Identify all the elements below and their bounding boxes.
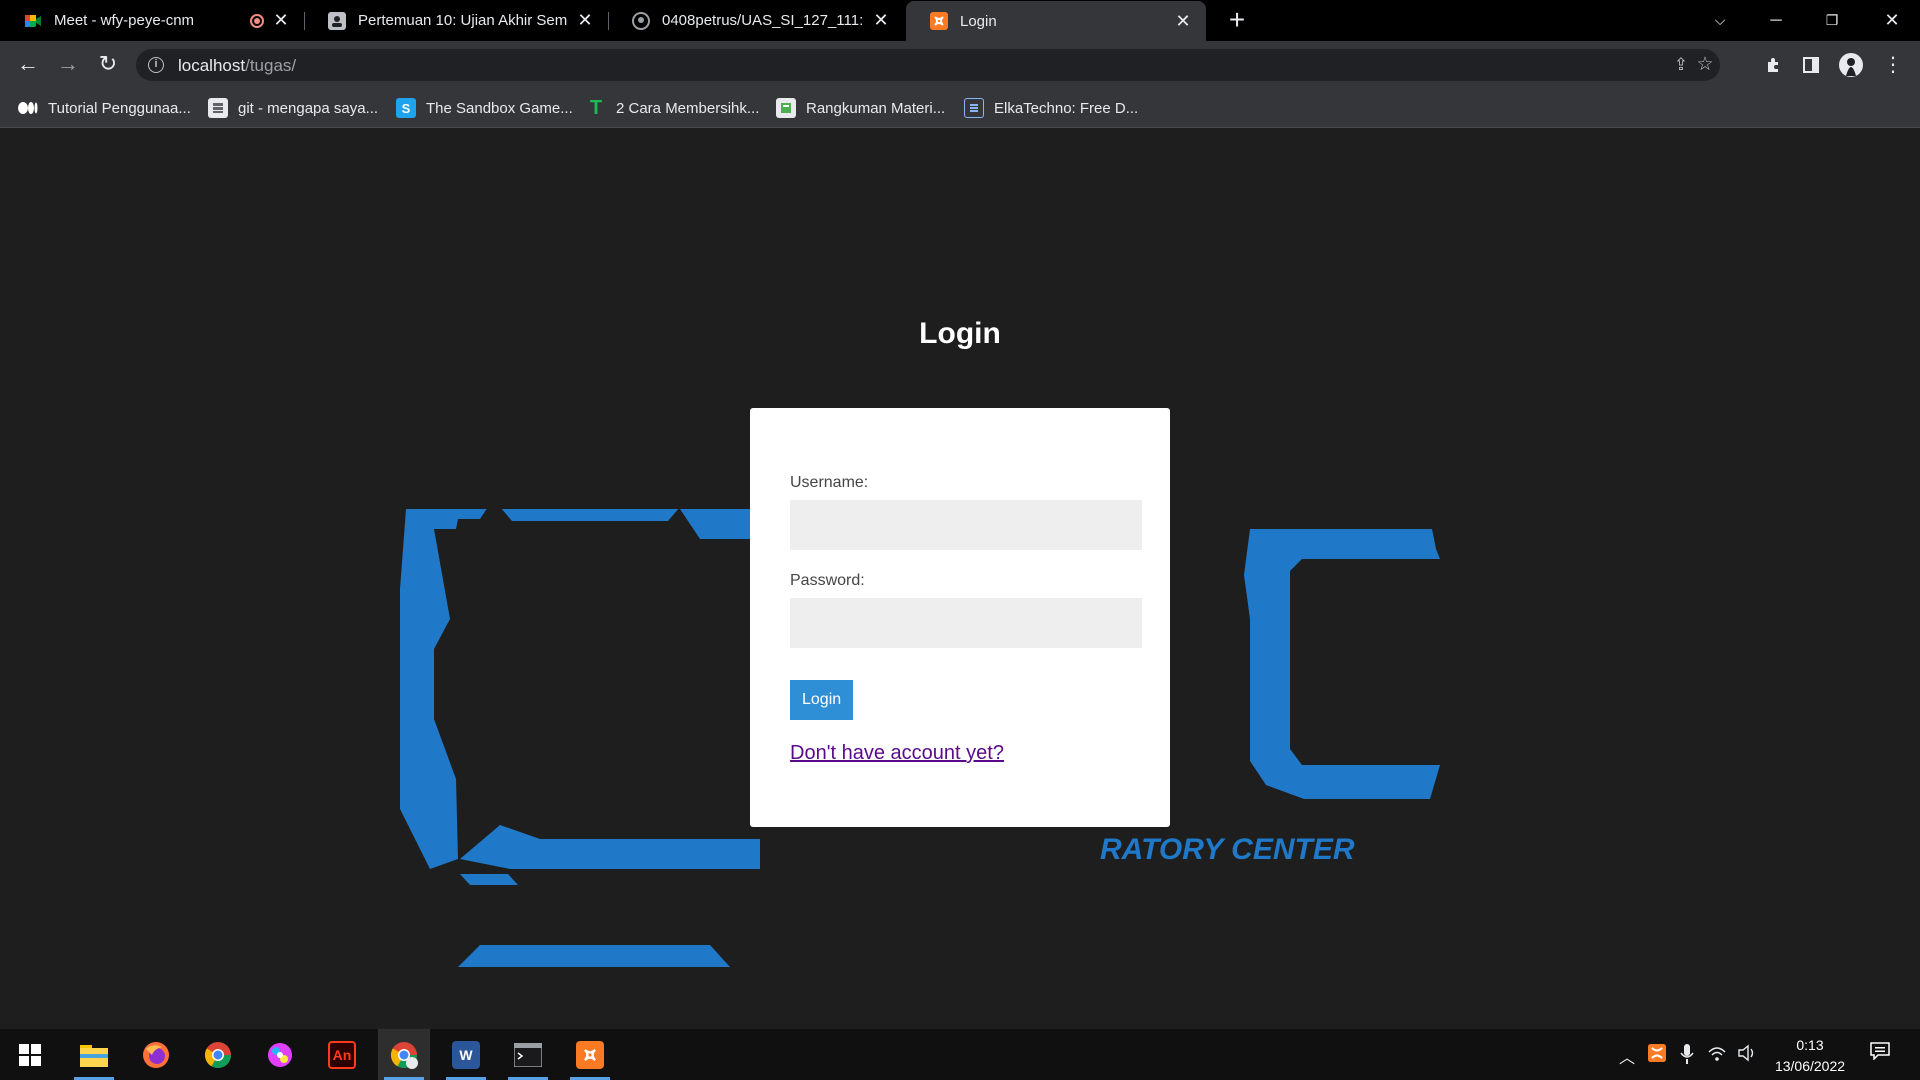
login-button[interactable]: Login	[790, 680, 854, 720]
tab-github[interactable]: 0408petrus/UAS_SI_127_111: Pen ✕	[608, 0, 904, 41]
chrome-profile-icon	[390, 1041, 418, 1069]
taskbar-chrome[interactable]	[192, 1029, 244, 1080]
password-label: Password:	[790, 572, 865, 589]
tab-title: 0408petrus/UAS_SI_127_111: Pen	[662, 12, 864, 29]
elkatechno-icon	[964, 98, 984, 118]
url-text[interactable]: localhost/tugas/	[178, 56, 296, 76]
bookmark-item[interactable]: ElkaTechno: Free D...	[964, 97, 1138, 119]
url-host: localhost	[178, 56, 246, 75]
xampp-icon	[576, 1040, 604, 1069]
register-link[interactable]: Don't have account yet?	[790, 742, 1004, 765]
word-icon: W	[452, 1040, 480, 1069]
tab-classroom[interactable]: Pertemuan 10: Ujian Akhir Semes ✕	[304, 0, 608, 41]
chrome-menu-icon[interactable]: ⋮	[1880, 52, 1906, 78]
extensions-icon[interactable]	[1760, 52, 1786, 78]
classroom-icon	[328, 11, 346, 30]
xampp-icon	[930, 12, 948, 30]
bookmark-label: Rangkuman Materi...	[806, 99, 946, 117]
taskbar-chrome-profile[interactable]	[378, 1029, 430, 1080]
bookmark-label: The Sandbox Game...	[426, 99, 573, 117]
tray-overflow-icon[interactable]: ︿	[1616, 1044, 1638, 1068]
bookmarks-bar: Tutorial Penggunaa... git - mengapa saya…	[0, 88, 1920, 128]
sandbox-icon: S	[396, 98, 416, 118]
bookmark-label: ElkaTechno: Free D...	[994, 99, 1139, 117]
taskbar-file-explorer[interactable]	[68, 1029, 120, 1080]
logo-text: RATORY CENTER	[1100, 833, 1355, 866]
start-button[interactable]	[4, 1029, 56, 1080]
tab-login[interactable]: Login ✕	[906, 1, 1206, 41]
tab-strip: Meet - wfy-peye-cnm ✕ Pertemuan 10: Ujia…	[0, 0, 1920, 41]
tab-search-icon[interactable]: ⌵	[1692, 0, 1748, 41]
username-label: Username:	[790, 474, 869, 491]
bookmark-item[interactable]: S The Sandbox Game...	[396, 97, 573, 119]
page-title: Login	[919, 317, 1001, 350]
bookmark-item[interactable]: T 2 Cara Membersihk...	[586, 96, 760, 119]
close-window-button[interactable]: ✕	[1864, 0, 1920, 41]
recording-icon	[250, 13, 264, 28]
adobe-animate-icon: An	[328, 1040, 356, 1069]
taskbar-paint[interactable]	[254, 1029, 306, 1080]
clock-date: 13/06/2022	[1774, 1058, 1846, 1074]
taskbar-word[interactable]: W	[440, 1029, 492, 1080]
close-tab-icon[interactable]: ✕	[576, 10, 594, 31]
chrome-icon	[204, 1041, 232, 1068]
tray-xampp-icon[interactable]	[1646, 1044, 1668, 1067]
reload-button[interactable]: ↻	[94, 51, 122, 79]
page-viewport: RATORY CENTER Login Username: Password: …	[0, 129, 1920, 1029]
file-explorer-icon	[80, 1044, 108, 1067]
username-input[interactable]	[790, 500, 1142, 550]
bookmark-item[interactable]: Tutorial Penggunaa...	[18, 97, 191, 119]
bookmark-item[interactable]: Rangkuman Materi...	[776, 97, 945, 119]
document-icon	[776, 98, 796, 118]
minimize-button[interactable]: ─	[1748, 0, 1804, 41]
taskbar-animate[interactable]: An	[316, 1029, 368, 1080]
notifications-icon[interactable]	[1868, 1042, 1892, 1066]
system-clock[interactable]: 0:13 13/06/2022	[1762, 1035, 1858, 1077]
new-tab-button[interactable]: +	[1222, 6, 1252, 36]
bookmark-label: 2 Cara Membersihk...	[616, 99, 760, 117]
stackexchange-icon	[208, 98, 228, 118]
t-icon: T	[589, 96, 603, 119]
bookmark-label: Tutorial Penggunaa...	[48, 99, 191, 117]
restore-button[interactable]: ❐	[1804, 0, 1860, 41]
tab-title: Pertemuan 10: Ujian Akhir Semes	[358, 12, 568, 29]
profile-avatar[interactable]	[1838, 52, 1864, 78]
bookmark-star-icon[interactable]: ☆	[1694, 54, 1716, 76]
paint-icon	[268, 1042, 292, 1067]
wifi-icon[interactable]	[1706, 1044, 1728, 1067]
bookmark-item[interactable]: git - mengapa saya...	[208, 97, 378, 119]
windows-taskbar: An W ︿ 0:13 13/06/2022	[0, 1029, 1920, 1080]
windows-start-icon	[19, 1043, 41, 1066]
browser-toolbar: ← → ↻ i localhost/tugas/ ⇪ ☆ ⋮	[0, 41, 1920, 88]
medium-icon	[18, 98, 38, 118]
clock-time: 0:13	[1796, 1037, 1824, 1053]
terminal-icon	[514, 1042, 542, 1067]
site-info-icon[interactable]: i	[148, 57, 164, 73]
login-card: Username: Password: Login Don't have acc…	[750, 408, 1170, 827]
close-tab-icon[interactable]: ✕	[872, 10, 890, 31]
google-meet-icon	[24, 12, 42, 30]
forward-button[interactable]: →	[54, 51, 82, 79]
url-path: /tugas/	[245, 56, 297, 75]
tab-title: Meet - wfy-peye-cnm	[54, 12, 195, 29]
tab-title: Login	[960, 12, 997, 30]
firefox-icon	[143, 1041, 169, 1068]
side-panel-icon[interactable]	[1798, 52, 1824, 78]
close-tab-icon[interactable]: ✕	[1174, 11, 1192, 32]
address-bar[interactable]: i localhost/tugas/ ⇪ ☆	[136, 49, 1720, 81]
github-icon	[632, 11, 650, 30]
bookmark-label: git - mengapa saya...	[238, 99, 379, 117]
password-input[interactable]	[790, 598, 1142, 648]
taskbar-terminal[interactable]	[502, 1029, 554, 1080]
close-tab-icon[interactable]: ✕	[272, 10, 290, 31]
microphone-icon[interactable]	[1676, 1044, 1698, 1069]
taskbar-xampp[interactable]	[564, 1029, 616, 1080]
share-icon[interactable]: ⇪	[1670, 54, 1692, 76]
taskbar-firefox[interactable]	[130, 1029, 182, 1080]
back-button[interactable]: ←	[14, 51, 42, 79]
tab-meet[interactable]: Meet - wfy-peye-cnm ✕	[0, 0, 304, 41]
volume-icon[interactable]	[1736, 1044, 1758, 1067]
